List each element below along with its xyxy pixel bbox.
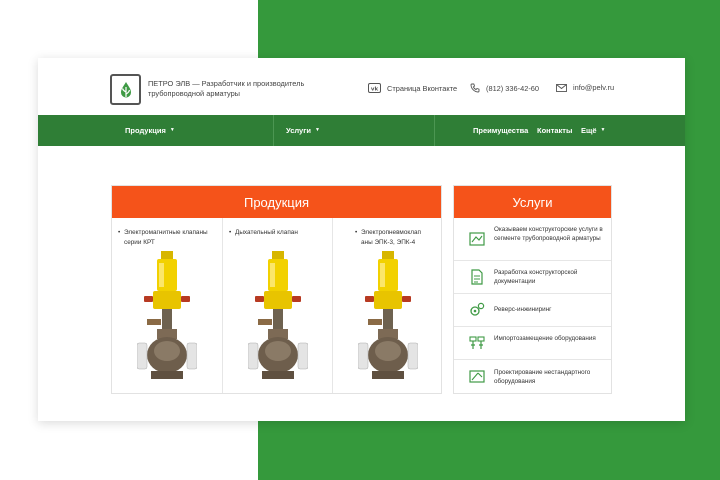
chevron-down-icon: ▼ [314, 127, 320, 133]
services-panel: Услуги Оказываем конструкторские услуги … [453, 185, 612, 394]
drop-leaf-logo-icon [120, 81, 131, 97]
svg-text:vk: vk [371, 86, 379, 92]
nav-advantages[interactable]: Преимущества [473, 126, 528, 135]
service-label: Разработка конструкторской документации [494, 269, 578, 285]
nav-services[interactable]: Услуги ▼ [286, 126, 320, 135]
phone-icon [470, 83, 480, 93]
service-label: Импортозамещение оборудования [494, 335, 596, 342]
valve-image [137, 251, 197, 379]
main-nav: Продукция ▼ Услуги ▼ Преимущества Контак… [38, 115, 685, 146]
email-address: info@pelv.ru [573, 83, 615, 92]
phone-link[interactable]: (812) 336-42-60 [470, 83, 539, 93]
phone-number: (812) 336-42-60 [486, 83, 540, 93]
products-panel: Продукция Электромагнитные клапаны серии… [111, 185, 442, 394]
product-label: Электропневмоклап аны ЭПК-3, ЭПК-4 [355, 228, 433, 247]
nav-divider [434, 115, 435, 146]
product-card[interactable]: Дыхательный клапан [222, 218, 332, 393]
service-item[interactable]: Проектирование нестандартного оборудован… [454, 359, 611, 394]
company-tagline: ПЕТРО ЭЛВ — Разработчик и производитель … [148, 79, 305, 98]
service-label: Оказываем конструкторские услуги в сегме… [494, 226, 603, 242]
vk-link[interactable]: vk Страница Вконтакте [368, 83, 457, 93]
vk-icon: vk [368, 83, 381, 93]
service-item[interactable]: Разработка конструкторской документации [454, 260, 611, 293]
company-logo[interactable] [110, 74, 141, 105]
product-label: Электромагнитные клапаны серии КРТ [118, 228, 216, 247]
nav-more-label: Ещё [581, 126, 597, 135]
valve-image [248, 251, 308, 379]
service-item[interactable]: Реверс-инжиниринг [454, 293, 611, 326]
nav-services-label: Услуги [286, 126, 311, 135]
nav-divider [273, 115, 274, 146]
product-card[interactable]: Электромагнитные клапаны серии КРТ [112, 218, 222, 393]
site-card: ПЕТРО ЭЛВ — Разработчик и производитель … [38, 58, 685, 421]
chevron-down-icon: ▼ [169, 127, 175, 133]
service-item[interactable]: Импортозамещение оборудования [454, 326, 611, 359]
gears-icon [470, 302, 485, 316]
product-card[interactable]: Электропневмоклап аны ЭПК-3, ЭПК-4 [332, 218, 442, 393]
nav-products[interactable]: Продукция ▼ [125, 126, 175, 135]
product-label: Дыхательный клапан [229, 228, 327, 238]
services-title: Услуги [454, 186, 611, 218]
chevron-down-icon: ▼ [600, 127, 606, 133]
service-label: Проектирование нестандартного оборудован… [494, 369, 591, 385]
products-title: Продукция [112, 186, 441, 218]
envelope-icon [556, 83, 567, 92]
vk-label: Страница Вконтакте [387, 83, 458, 93]
document-icon [471, 269, 483, 285]
nav-contacts[interactable]: Контакты [537, 126, 572, 135]
valve-image [358, 251, 418, 379]
blueprint-icon [469, 232, 485, 246]
service-label: Реверс-инжиниринг [494, 306, 552, 313]
nav-more[interactable]: Ещё ▼ [581, 126, 605, 135]
service-item[interactable]: Оказываем конструкторские услуги в сегме… [454, 218, 611, 260]
valves-icon [469, 336, 485, 349]
email-link[interactable]: info@pelv.ru [556, 83, 614, 92]
drafting-icon [469, 370, 485, 383]
nav-products-label: Продукция [125, 126, 166, 135]
